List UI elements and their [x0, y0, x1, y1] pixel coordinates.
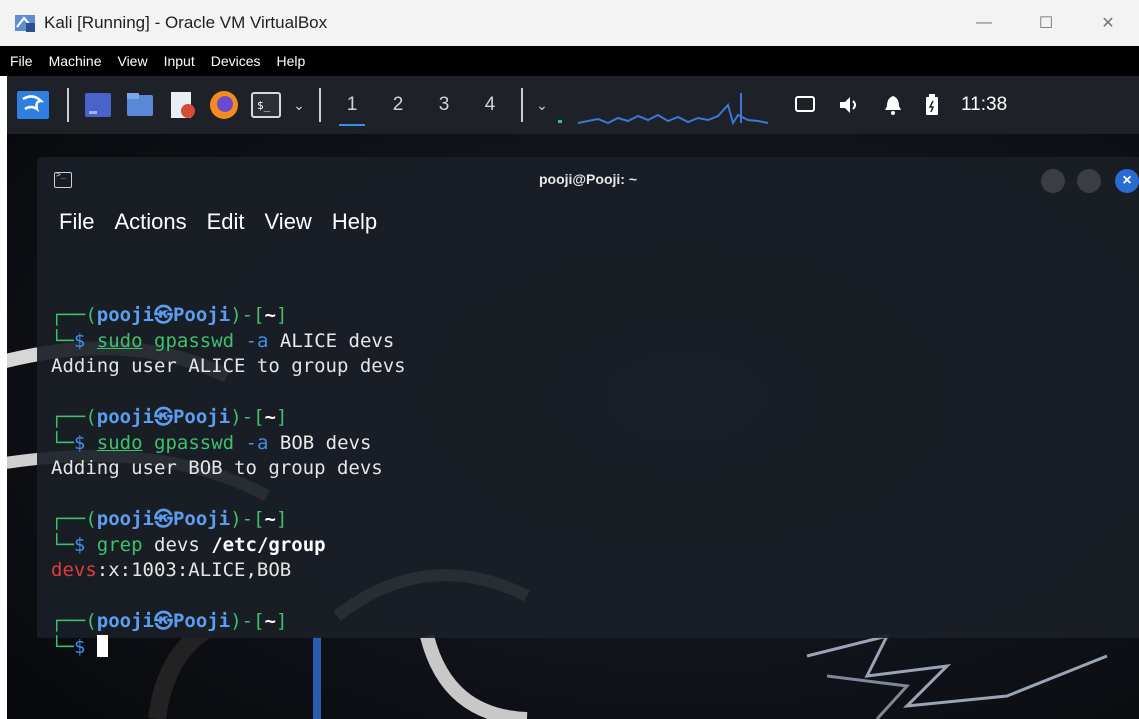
workspace-4[interactable]: 4: [467, 76, 513, 134]
text-cursor: [96, 634, 108, 657]
command-output: Adding user ALICE to group devs: [51, 355, 406, 377]
terminal-menubar: File Actions Edit View Help: [59, 209, 397, 235]
file-manager-icon[interactable]: [119, 76, 161, 134]
terminal-output[interactable]: ┌──(pooji㉿Pooji)-[~] └─$ sudo gpasswd -a …: [51, 252, 1139, 658]
battery-icon[interactable]: [915, 76, 949, 134]
display-icon[interactable]: [783, 76, 827, 134]
panel-separator: [67, 88, 69, 122]
panel-clock[interactable]: 11:38: [961, 94, 1007, 116]
workspace-3[interactable]: 3: [421, 76, 467, 134]
minimize-button[interactable]: —: [953, 0, 1015, 46]
virtualbox-menubar: File Machine View Input Devices Help: [0, 46, 1139, 76]
command-line: └─$ grep devs /etc/group: [51, 533, 326, 556]
close-button[interactable]: ×: [1115, 169, 1139, 193]
terminal-icon[interactable]: $_: [245, 76, 287, 134]
prompt-line: ┌──(pooji㉿Pooji)-[~]: [51, 508, 288, 530]
command-line: └─$ sudo gpasswd -a BOB devs: [51, 431, 372, 454]
vbox-menu-machine[interactable]: Machine: [49, 53, 102, 69]
host-titlebar: Kali [Running] - Oracle VM VirtualBox — …: [0, 0, 1139, 46]
firefox-icon[interactable]: [203, 76, 245, 134]
host-window-title: Kali [Running] - Oracle VM VirtualBox: [44, 13, 328, 32]
command-output: devs:x:1003:ALICE,BOB: [51, 559, 292, 581]
maximize-button[interactable]: [1077, 169, 1101, 193]
chevron-down-icon[interactable]: ⌄: [287, 76, 311, 134]
svg-text:$_: $_: [257, 99, 271, 112]
terminal-menu-view[interactable]: View: [265, 209, 312, 235]
vbox-menu-file[interactable]: File: [10, 53, 33, 69]
kali-panel: $_ ⌄ 1 2 3 4 ⌄ 11:38: [7, 76, 1139, 134]
command-output: Adding user BOB to group devs: [51, 457, 383, 479]
panel-separator: [521, 88, 523, 122]
network-monitor-icon: [553, 76, 783, 134]
desktop-icon[interactable]: [77, 76, 119, 134]
minimize-button[interactable]: [1041, 169, 1065, 193]
workspace-2[interactable]: 2: [375, 76, 421, 134]
vbox-menu-view[interactable]: View: [117, 53, 147, 69]
text-editor-icon[interactable]: [161, 76, 203, 134]
vbox-menu-devices[interactable]: Devices: [211, 53, 261, 69]
vbox-menu-input[interactable]: Input: [164, 53, 195, 69]
terminal-title: pooji@Pooji: ~: [538, 171, 638, 187]
virtualbox-icon: [14, 12, 36, 34]
volume-icon[interactable]: [827, 76, 871, 134]
close-button[interactable]: ✕: [1077, 0, 1139, 46]
current-command-line[interactable]: └─$: [51, 634, 1139, 661]
chevron-down-icon[interactable]: ⌄: [531, 76, 553, 134]
terminal-window: pooji@Pooji: ~ × File Actions Edit View …: [37, 157, 1139, 658]
kali-menu-icon[interactable]: [7, 76, 59, 134]
terminal-menu-actions[interactable]: Actions: [114, 209, 186, 235]
prompt-line: ┌──(pooji㉿Pooji)-[~]: [51, 304, 288, 326]
workspace-1[interactable]: 1: [329, 76, 375, 134]
terminal-menu-help[interactable]: Help: [332, 209, 377, 235]
vbox-menu-help[interactable]: Help: [277, 53, 306, 69]
maximize-button[interactable]: ☐: [1015, 0, 1077, 46]
notification-icon[interactable]: [871, 76, 915, 134]
terminal-menu-file[interactable]: File: [59, 209, 94, 235]
terminal-titlebar[interactable]: pooji@Pooji: ~ ×: [37, 157, 1139, 205]
terminal-menu-edit[interactable]: Edit: [207, 209, 245, 235]
prompt-line: ┌──(pooji㉿Pooji)-[~]: [51, 610, 288, 632]
command-line: └─$ sudo gpasswd -a ALICE devs: [51, 329, 395, 352]
prompt-line: ┌──(pooji㉿Pooji)-[~]: [51, 406, 288, 428]
panel-separator: [319, 88, 321, 122]
